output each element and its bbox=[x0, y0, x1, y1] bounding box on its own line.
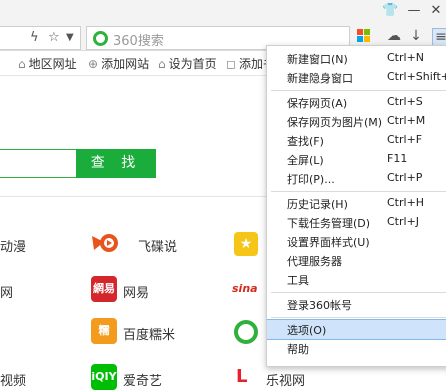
close-icon[interactable]: ✕ bbox=[428, 3, 444, 18]
menu-item-fullscreen[interactable]: 全屏(L) F11 bbox=[267, 150, 446, 169]
star-logo[interactable]: ★ bbox=[234, 232, 258, 256]
apps-grid-icon[interactable] bbox=[357, 29, 371, 43]
ring-logo[interactable] bbox=[234, 320, 258, 344]
site-link[interactable]: 网 bbox=[0, 282, 13, 301]
menu-item-interface-style[interactable]: 设置界面样式(U) bbox=[267, 232, 446, 251]
page-search-input[interactable] bbox=[0, 149, 78, 178]
sina-logo[interactable]: sina bbox=[232, 282, 258, 295]
search-placeholder: 360搜索 bbox=[113, 34, 164, 49]
site-link[interactable]: 飞碟说 bbox=[138, 236, 177, 255]
menu-item-save-page[interactable]: 保存网页(A) Ctrl+S bbox=[267, 93, 446, 112]
bookmark-item[interactable]: ⌂ 地区网址 bbox=[18, 55, 77, 72]
star-icon[interactable]: ☆ bbox=[48, 30, 60, 45]
chevron-down-icon[interactable]: ▼ bbox=[66, 32, 74, 43]
site-link[interactable]: 百度糯米 bbox=[123, 324, 175, 343]
minimize-icon[interactable]: — bbox=[406, 3, 422, 18]
shirt-icon[interactable]: 👕 bbox=[382, 3, 398, 18]
feidieshuo-logo[interactable] bbox=[90, 230, 120, 258]
download-icon[interactable]: ↓ bbox=[408, 28, 424, 44]
menu-item-save-page-as-image[interactable]: 保存网页为图片(M) Ctrl+M bbox=[267, 112, 446, 131]
menu-item-options[interactable]: 选项(O) bbox=[267, 319, 446, 340]
netease-logo[interactable]: 網易 bbox=[91, 276, 117, 302]
menu-item-print[interactable]: 打印(P)... Ctrl+P bbox=[267, 169, 446, 188]
browser-main-menu: 新建窗口(N)Ctrl+N 新建隐身窗口Ctrl+Shift+N 保存网页(A)… bbox=[266, 45, 446, 367]
menu-item-history[interactable]: 历史记录(H) Ctrl+H bbox=[267, 194, 446, 213]
address-bar[interactable]: ϟ ☆ ▼ bbox=[0, 26, 81, 50]
bookmark-item[interactable]: ⊕ 添加网站 bbox=[88, 55, 149, 72]
search-engine-logo-icon bbox=[93, 31, 108, 46]
menu-item-downloads[interactable]: 下载任务管理(D) Ctrl+J bbox=[267, 213, 446, 232]
menu-item-help[interactable]: 帮助 bbox=[267, 339, 446, 358]
cloud-icon[interactable]: ☁ bbox=[386, 28, 402, 44]
menu-separator bbox=[271, 90, 446, 91]
letv-logo[interactable]: L bbox=[236, 366, 258, 388]
nuomi-logo[interactable]: 糯 bbox=[91, 318, 117, 344]
menu-separator bbox=[271, 292, 446, 293]
menu-separator bbox=[271, 191, 446, 192]
home-icon: ⌂ bbox=[18, 57, 26, 71]
iqiyi-logo[interactable]: iQIY bbox=[91, 364, 117, 390]
home-icon: ⌂ bbox=[158, 57, 166, 71]
title-bar: 👕 — ✕ bbox=[0, 0, 446, 24]
menu-icon[interactable]: ≡ bbox=[432, 28, 446, 46]
site-link[interactable]: 乐视网 bbox=[266, 370, 305, 389]
menu-separator bbox=[271, 317, 446, 318]
site-link[interactable]: 动漫 bbox=[0, 236, 26, 255]
bookmark-item[interactable]: ⌂ 设为首页 bbox=[158, 55, 217, 72]
site-link[interactable]: 网易 bbox=[123, 282, 149, 301]
menu-item-find[interactable]: 查找(F) Ctrl+F bbox=[267, 131, 446, 150]
search-button[interactable]: 查 找 bbox=[76, 149, 156, 178]
menu-item-new-window[interactable]: 新建窗口(N) Ctrl+N bbox=[267, 49, 446, 68]
site-link[interactable]: 视频 bbox=[0, 370, 26, 389]
menu-item-tools[interactable]: 工具 bbox=[267, 270, 446, 289]
menu-item-new-incognito-window[interactable]: 新建隐身窗口Ctrl+Shift+N bbox=[267, 68, 446, 87]
lightning-icon[interactable]: ϟ bbox=[30, 30, 39, 45]
bookmark-icon: ◻ bbox=[226, 57, 236, 71]
menu-item-login-360[interactable]: 登录360帐号 bbox=[267, 295, 446, 314]
menu-item-proxy-server[interactable]: 代理服务器 bbox=[267, 251, 446, 270]
site-link[interactable]: 爱奇艺 bbox=[123, 370, 162, 389]
plus-icon: ⊕ bbox=[88, 57, 99, 71]
